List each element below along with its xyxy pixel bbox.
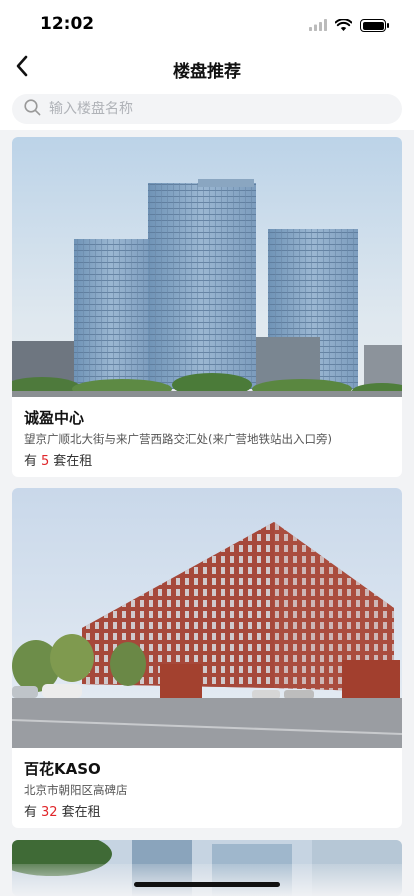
building-photo <box>12 137 402 397</box>
battery-icon <box>360 19 389 32</box>
signal-icon <box>309 16 327 35</box>
wifi-icon <box>334 16 353 35</box>
status-icons <box>309 16 389 35</box>
search-box[interactable] <box>12 94 402 124</box>
page-title: 楼盘推荐 <box>173 62 241 82</box>
rent-count: 32 <box>41 805 58 820</box>
rent-info: 有 32 套在租 <box>24 801 101 820</box>
building-name: 诚盈中心 <box>24 409 85 427</box>
rent-info: 有 5 套在租 <box>24 450 92 469</box>
search-input[interactable] <box>49 101 369 117</box>
rent-suffix: 套在租 <box>53 454 93 469</box>
bottom-fade <box>0 864 414 896</box>
building-address: 北京市朝阳区高碑店 <box>24 783 128 797</box>
home-indicator <box>134 882 280 887</box>
building-card[interactable]: 百花KASO 北京市朝阳区高碑店 有 32 套在租 <box>12 488 402 828</box>
search-bar <box>0 88 414 130</box>
nav-bar: 楼盘推荐 <box>0 48 414 88</box>
rent-suffix: 套在租 <box>61 805 101 820</box>
search-icon <box>24 98 41 120</box>
rent-count: 5 <box>41 454 50 469</box>
building-address: 望京广顺北大街与来广营西路交汇处(来广营地铁站出入口旁) <box>24 432 332 446</box>
building-card[interactable]: 诚盈中心 望京广顺北大街与来广营西路交汇处(来广营地铁站出入口旁) 有 5 套在租 <box>12 137 402 477</box>
building-name: 百花KASO <box>24 760 101 778</box>
rent-prefix: 有 <box>24 454 38 469</box>
building-photo <box>12 488 402 748</box>
status-bar: 12:02 <box>0 0 414 48</box>
rent-prefix: 有 <box>24 805 38 820</box>
status-time: 12:02 <box>40 14 95 34</box>
